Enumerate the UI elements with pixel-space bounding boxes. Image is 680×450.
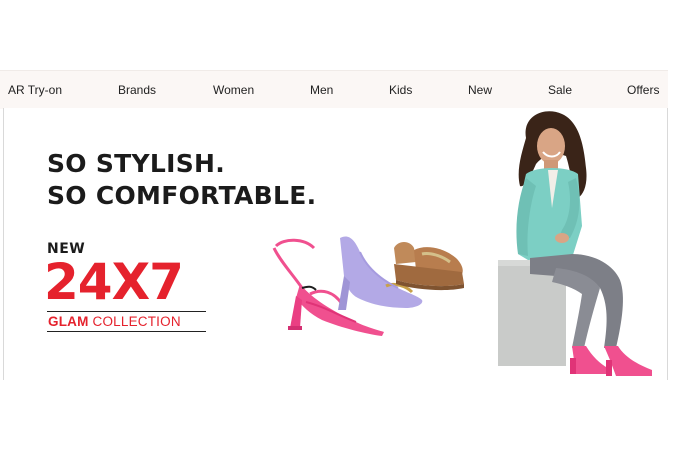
main-navigation: AR Try-on Brands Women Men Kids New Sale…: [0, 70, 668, 109]
collection-glam-word: GLAM: [48, 314, 89, 329]
nav-item-offers[interactable]: Offers: [627, 71, 659, 109]
nav-item-sale[interactable]: Sale: [548, 71, 572, 109]
collection-number: 24X7: [44, 253, 184, 311]
nav-item-kids[interactable]: Kids: [389, 71, 412, 109]
headline-line-2: SO COMFORTABLE.: [47, 181, 317, 210]
model-shoe-left: [572, 346, 608, 374]
model-seated-image: [498, 111, 652, 376]
nav-item-new[interactable]: New: [468, 71, 492, 109]
nav-item-women[interactable]: Women: [213, 71, 254, 109]
nav-item-ar-try-on[interactable]: AR Try-on: [8, 71, 62, 109]
tan-sandal-shoe: [394, 242, 464, 291]
model-face: [537, 128, 565, 164]
banner-headline: SO STYLISH. SO COMFORTABLE.: [47, 148, 316, 212]
nav-item-brands[interactable]: Brands: [118, 71, 156, 109]
headline-line-1: SO STYLISH.: [47, 149, 226, 178]
shoe-trio-image: [272, 236, 464, 336]
page: AR Try-on Brands Women Men Kids New Sale…: [0, 0, 680, 450]
collection-name: GLAM COLLECTION: [47, 311, 206, 332]
hero-banner[interactable]: SO STYLISH. SO COMFORTABLE. NEW 24X7 GLA…: [3, 108, 668, 380]
nav-item-men[interactable]: Men: [310, 71, 333, 109]
collection-word: COLLECTION: [92, 314, 181, 329]
